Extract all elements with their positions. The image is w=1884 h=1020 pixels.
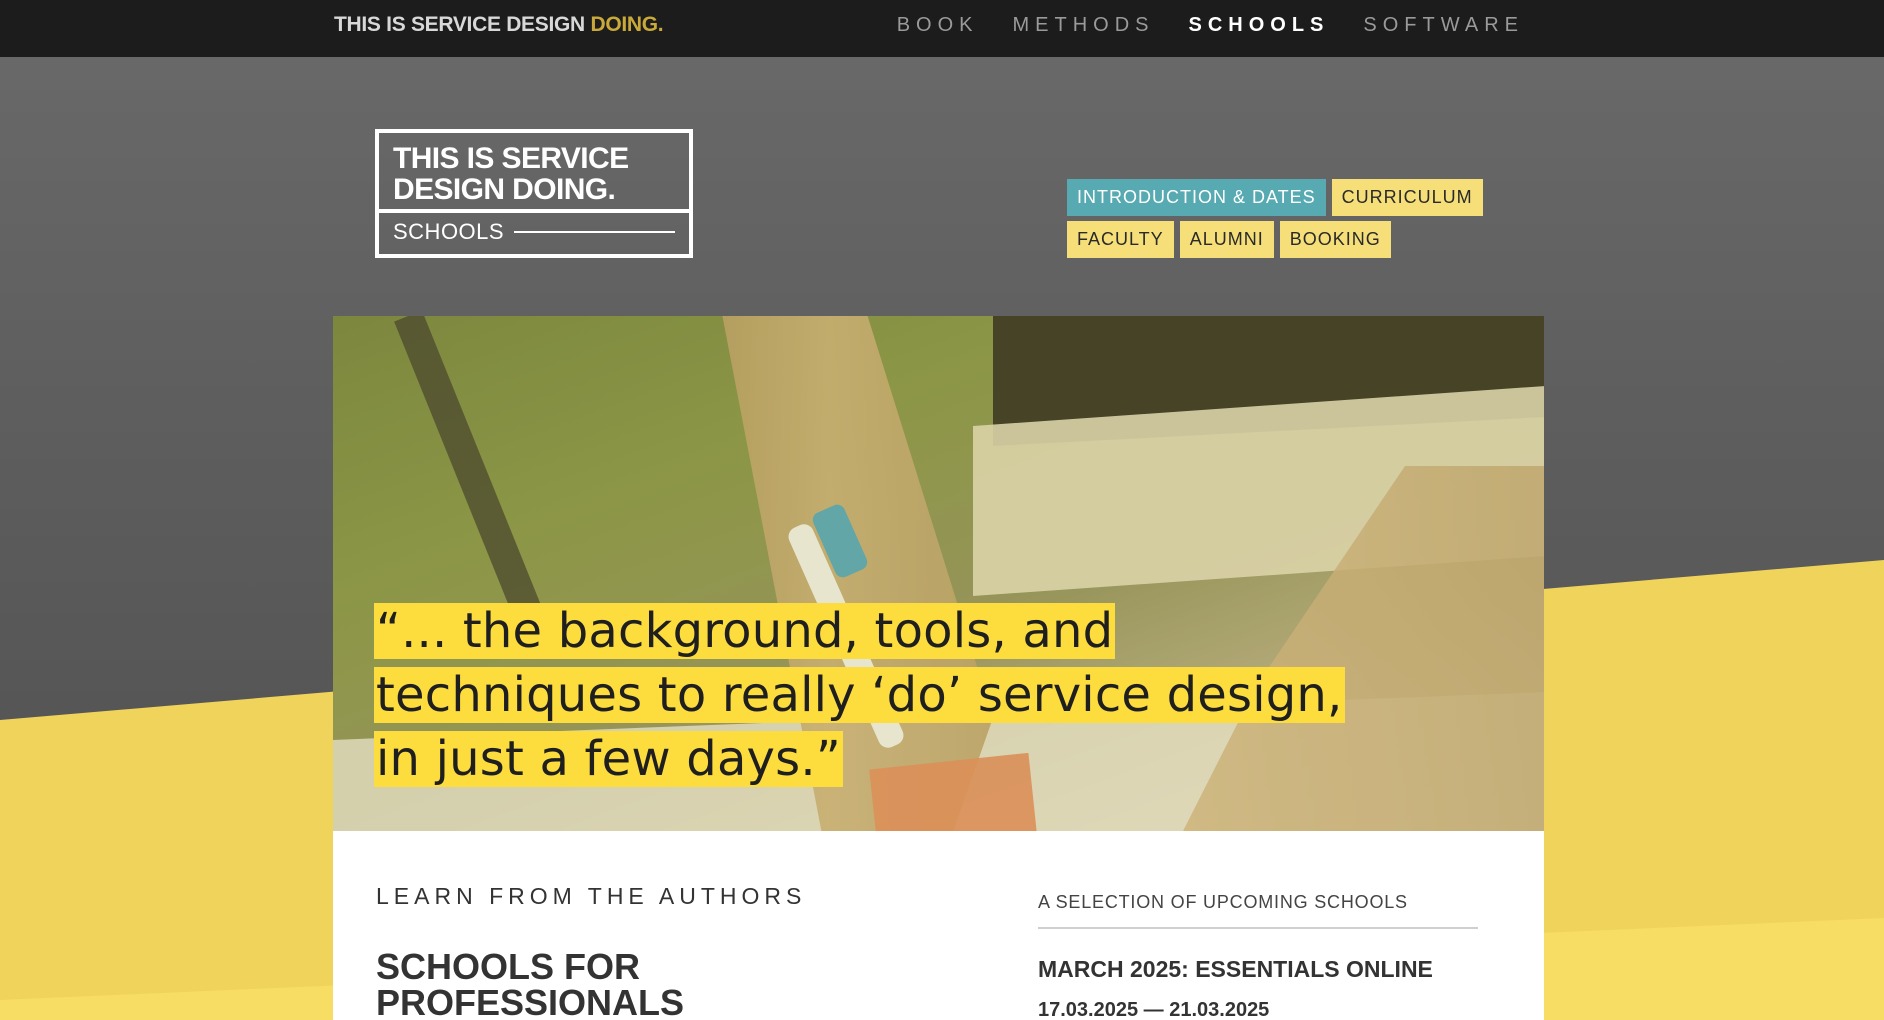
subnav-curriculum[interactable]: CURRICULUM: [1331, 179, 1483, 216]
event-date: 17.03.2025 — 21.03.2025: [1038, 999, 1270, 1020]
section-subnav: INTRODUCTION & DATES CURRICULUM FACULTY …: [1067, 179, 1517, 263]
section-eyebrow: LEARN FROM THE AUTHORS: [376, 883, 807, 909]
nav-item-schools[interactable]: SCHOOLS: [1189, 14, 1330, 37]
hero-quote-line: techniques to really ‘do’ service design…: [374, 667, 1345, 723]
event-title-link[interactable]: MARCH 2025: ESSENTIALS ONLINE: [1038, 956, 1433, 983]
subnav-alumni[interactable]: ALUMNI: [1179, 221, 1274, 258]
upcoming-schools-label: A SELECTION OF UPCOMING SCHOOLS: [1038, 892, 1478, 929]
logo-subtitle: SCHOOLS: [393, 219, 505, 244]
subnav-faculty[interactable]: FACULTY: [1067, 221, 1174, 258]
subnav-booking[interactable]: BOOKING: [1279, 221, 1391, 258]
hero-quote-line: “... the background, tools, and: [374, 603, 1116, 659]
nav-item-methods[interactable]: METHODS: [1013, 14, 1155, 37]
nav-item-book[interactable]: BOOK: [897, 14, 979, 37]
subnav-row: INTRODUCTION & DATES CURRICULUM: [1067, 179, 1517, 216]
brand-main-text: THIS IS SERVICE DESIGN: [334, 13, 585, 36]
content-card: LEARN FROM THE AUTHORS SCHOOLS FOR PROFE…: [333, 831, 1544, 1020]
top-navigation-bar: THIS IS SERVICE DESIGN DOING. BOOK METHO…: [0, 0, 1884, 57]
logo-title-line2: DESIGN DOING.: [393, 173, 616, 206]
page-title-line2: PROFESSIONALS: [376, 982, 685, 1020]
hero-quote-line: in just a few days.”: [374, 731, 843, 787]
page-title: SCHOOLS FOR PROFESSIONALS: [376, 949, 684, 1020]
logo-subtitle-row: SCHOOLS: [379, 213, 689, 245]
main-nav: BOOK METHODS SCHOOLS SOFTWARE: [897, 14, 1524, 37]
brand-link[interactable]: THIS IS SERVICE DESIGN DOING.: [334, 13, 664, 37]
hero-quote: “... the background, tools, and techniqu…: [374, 599, 1354, 791]
logo-title-line1: THIS IS SERVICE: [393, 142, 629, 175]
nav-item-software[interactable]: SOFTWARE: [1363, 14, 1524, 37]
brand-accent-text: DOING.: [590, 13, 664, 36]
logo-title: THIS IS SERVICE DESIGN DOING.: [379, 133, 689, 213]
subnav-introduction-dates[interactable]: INTRODUCTION & DATES: [1067, 179, 1326, 216]
schools-logo[interactable]: THIS IS SERVICE DESIGN DOING. SCHOOLS: [375, 129, 693, 258]
page-title-line1: SCHOOLS FOR: [376, 946, 641, 987]
logo-rule: [514, 231, 675, 233]
hero-image: “... the background, tools, and techniqu…: [333, 316, 1544, 831]
subnav-row: FACULTY ALUMNI BOOKING: [1067, 221, 1517, 258]
